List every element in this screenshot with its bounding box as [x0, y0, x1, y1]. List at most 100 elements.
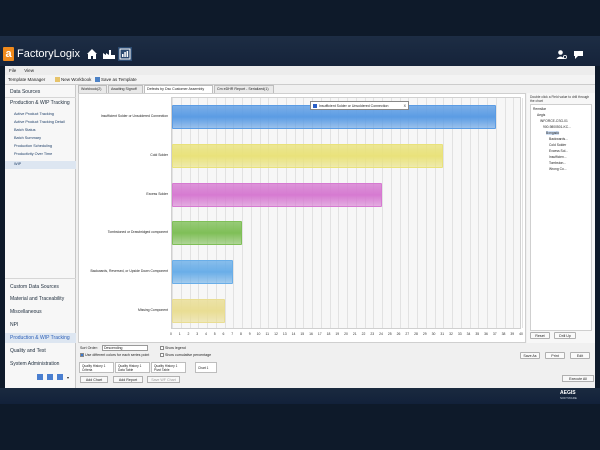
aegis-logo-sub: SOFTWARE: [560, 396, 577, 400]
gridline: [443, 98, 445, 328]
tree-node[interactable]: Backwards...: [549, 137, 568, 141]
edit-button[interactable]: Edit: [570, 352, 590, 359]
brand-name: FactoryLogix: [17, 48, 80, 60]
gridline: [390, 98, 392, 328]
gridline: [452, 98, 453, 328]
bottom-tab-chart[interactable]: Chart 1: [195, 362, 217, 373]
save-as-button[interactable]: Save As: [520, 352, 540, 359]
sidebar-item-production-scheduling[interactable]: Production Scheduling: [14, 144, 52, 148]
gridline: [242, 98, 243, 328]
save-as-template-button[interactable]: Save as Template: [95, 77, 137, 83]
gridline: [180, 98, 182, 328]
tab-workbook[interactable]: Workbook(2): [78, 85, 107, 93]
tree-node[interactable]: Tombston...: [549, 161, 566, 165]
nav-custom-data-sources[interactable]: Custom Data Sources: [10, 284, 59, 290]
reset-button[interactable]: Reset: [530, 332, 550, 339]
chevron-down-icon[interactable]: ▾: [67, 375, 69, 380]
tooltip-swatch: [313, 104, 317, 108]
tree-node[interactable]: Remsllar: [533, 107, 546, 111]
x-tick-label: 16: [309, 332, 313, 336]
bottom-tab-data-table[interactable]: Quality History 1 Data Table: [115, 362, 150, 373]
workbook-tabs: Workbook(2) Awaiting Signoff Defects by …: [77, 85, 524, 93]
tab-awaiting-signoff[interactable]: Awaiting Signoff: [108, 85, 143, 93]
x-tick-label: 15: [300, 332, 305, 336]
tree-node[interactable]: Cold Solder: [549, 143, 566, 147]
show-cumulative-checkbox[interactable]: Show cumulative percentage: [160, 353, 211, 358]
x-tick-label: 6: [222, 332, 225, 336]
template-manager-button[interactable]: Template Manager: [8, 77, 45, 82]
sort-order-select[interactable]: Descending: [102, 345, 148, 351]
tree-node[interactable]: Wrong Co...: [549, 167, 567, 171]
add-report-button[interactable]: Add Report: [113, 376, 143, 383]
gridline: [338, 98, 340, 328]
save-wf-chart-button[interactable]: Save WF Chart: [147, 376, 180, 383]
category-label: Tombstoned or Drawbridged component: [107, 230, 168, 235]
sidebar-item-productivity-over-time[interactable]: Productivity Over Time: [14, 152, 52, 156]
tree-node[interactable]: INFORCE-CSG-01: [540, 119, 568, 123]
add-chart-button[interactable]: Add Chart: [80, 376, 108, 383]
nav-system-administration[interactable]: System Administration: [10, 361, 59, 367]
x-tick-label: 14: [291, 332, 296, 336]
tree-node[interactable]: Aegis: [537, 113, 545, 117]
gridline: [329, 98, 331, 328]
menu-view[interactable]: View: [20, 66, 38, 75]
gridline: [434, 98, 436, 328]
gridline: [355, 98, 357, 328]
tree-node[interactable]: 900-9800501-KC...: [543, 125, 571, 129]
sidebar-item-batch-summary[interactable]: Batch Summary: [14, 136, 41, 140]
print-button[interactable]: Print: [545, 352, 565, 359]
chart-bar[interactable]: [172, 260, 234, 284]
help-icon[interactable]: [573, 49, 584, 60]
use-colors-checkbox[interactable]: Use different colors for each series poi…: [80, 353, 149, 358]
gridline: [233, 98, 235, 328]
nav-production-wip[interactable]: Production & WIP Tracking: [10, 335, 70, 341]
tooltip-close-icon[interactable]: X: [404, 102, 406, 109]
analytics-icon[interactable]: [118, 47, 132, 61]
sidebar-item-batch-status[interactable]: Batch Status: [14, 128, 36, 132]
tooltip-text: Insufficient Solder or Unsoldered Connec…: [319, 104, 389, 108]
nav-small-icon-2[interactable]: [47, 374, 53, 380]
x-tick-label: 20: [344, 332, 348, 336]
new-workbook-button[interactable]: New Workbook: [55, 77, 91, 83]
tree-node-selected[interactable]: Bongado: [546, 131, 560, 135]
execute-all-button[interactable]: Execute All: [562, 375, 594, 382]
home-icon[interactable]: [85, 47, 99, 61]
nav-miscellaneous[interactable]: Miscellaneous: [10, 309, 42, 315]
nav-npi[interactable]: NPI: [10, 322, 18, 328]
user-settings-icon[interactable]: [556, 49, 568, 60]
checkbox-unchecked: [160, 346, 164, 351]
drill-up-button[interactable]: Drill Up: [554, 332, 576, 339]
nav-material-traceability[interactable]: Material and Traceability: [10, 296, 64, 302]
nav-small-icon-1[interactable]: [37, 374, 43, 380]
section-heading[interactable]: Production & WIP Tracking: [10, 100, 70, 106]
x-tick-label: 5: [213, 332, 216, 336]
x-tick-label: 12: [274, 332, 278, 336]
gridline: [382, 98, 383, 328]
gridline: [250, 98, 252, 328]
splitter[interactable]: [5, 278, 76, 279]
sidebar-item-wip[interactable]: WIP: [14, 162, 21, 166]
show-legend-checkbox[interactable]: Show legend: [160, 346, 186, 351]
chart-bar[interactable]: [172, 298, 225, 323]
tree-node[interactable]: Insufficien...: [549, 155, 567, 159]
menu-file[interactable]: File: [5, 66, 20, 75]
chart-bar[interactable]: [172, 144, 444, 168]
gridline: [469, 98, 471, 328]
bottom-tab-pivot-table[interactable]: Quality History 1 Pivot Table: [151, 362, 186, 373]
gridline: [198, 98, 200, 328]
x-tick-label: 30: [431, 332, 436, 336]
factory-icon[interactable]: [102, 47, 116, 61]
nav-quality-test[interactable]: Quality and Test: [10, 348, 46, 354]
gridline: [285, 98, 287, 328]
sidebar-item-active-product-tracking-detail[interactable]: Active Product Tracking Detail: [14, 120, 65, 124]
bottom-tab-criteria[interactable]: Quality History 1 Criteria: [79, 362, 114, 373]
tab-edhr-report[interactable]: Cm eDHR Report - Serialized(1): [214, 85, 274, 93]
nav-small-icon-3[interactable]: [57, 374, 63, 380]
tree-node[interactable]: Excess Sol...: [549, 149, 568, 153]
chart-bar[interactable]: [172, 221, 242, 246]
category-label: Insufficient Solder or Unsoldered Connec…: [100, 114, 168, 119]
chart-bar[interactable]: [172, 182, 382, 207]
tab-defects-chart[interactable]: Defects by Dsc Customer Assembly: [144, 85, 213, 93]
sidebar-item-active-product-tracking[interactable]: Active Product Tracking: [14, 112, 54, 116]
gridline: [399, 98, 401, 328]
